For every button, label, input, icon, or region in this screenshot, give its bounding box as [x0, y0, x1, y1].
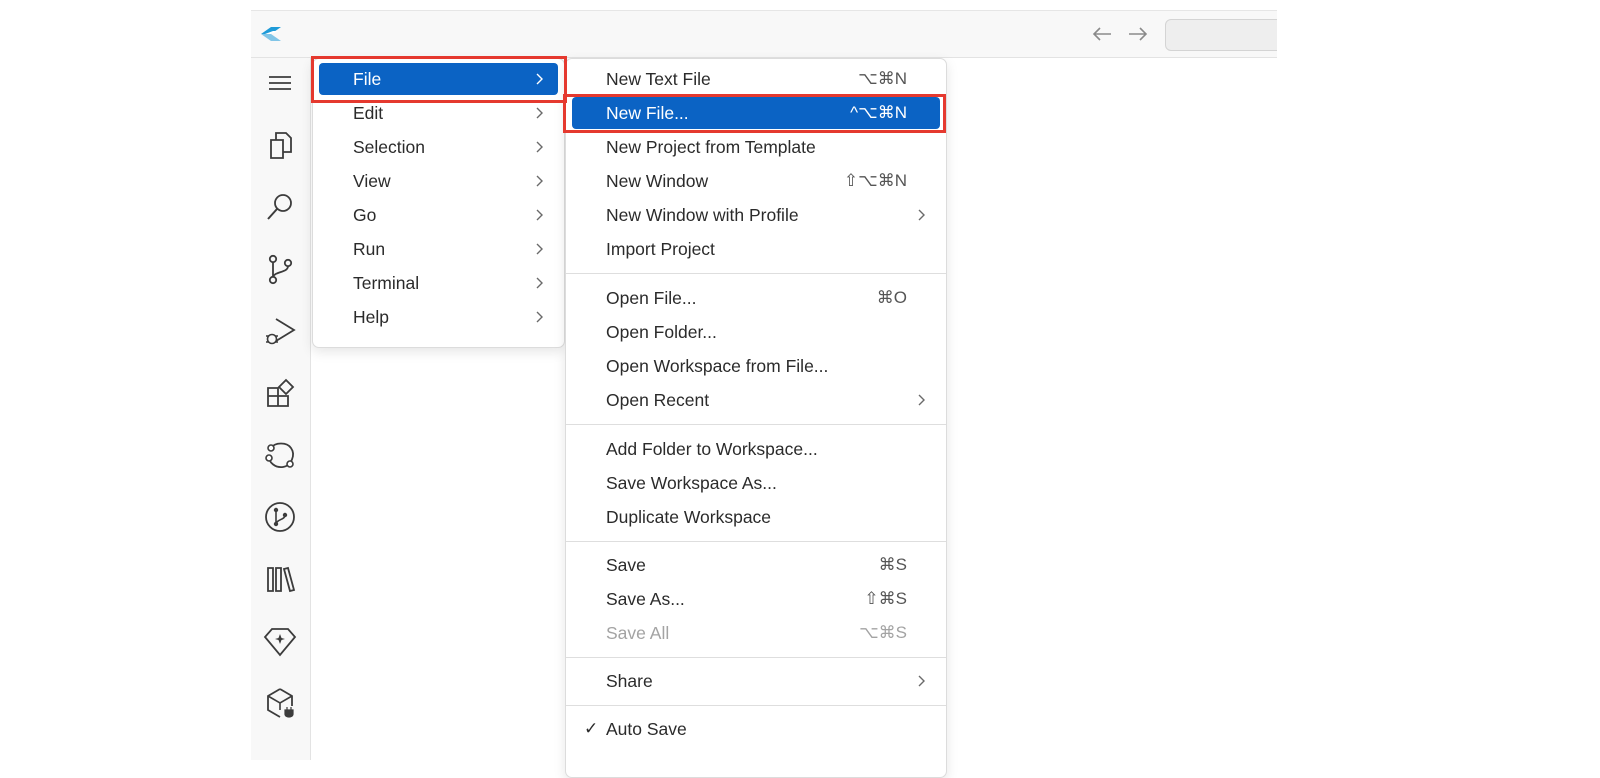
run-debug-icon[interactable]: [263, 314, 297, 348]
menu-item-open-file[interactable]: Open File... ⌘O: [572, 282, 940, 314]
file-submenu: New Text File ⌥⌘N New File... ^⌥⌘N New P…: [565, 58, 947, 778]
app-logo-icon: [261, 27, 281, 41]
chevron-right-icon: [536, 175, 543, 187]
menu-item-label: Terminal: [353, 273, 420, 293]
chevron-right-icon: [918, 675, 925, 687]
menu-item-new-window[interactable]: New Window ⇧⌥⌘N: [572, 165, 940, 197]
menu-separator: [566, 705, 946, 706]
remote-icon[interactable]: [263, 438, 297, 472]
menu-item-label: Save As...: [606, 589, 685, 609]
gem-icon[interactable]: [263, 624, 297, 658]
menu-item-add-folder-to-workspace[interactable]: Add Folder to Workspace...: [572, 433, 940, 465]
menu-item-label: New File...: [606, 103, 689, 123]
forward-arrow-icon[interactable]: [1127, 25, 1149, 43]
menu-item-save-workspace-as[interactable]: Save Workspace As...: [572, 467, 940, 499]
menu-item-open-folder[interactable]: Open Folder...: [572, 316, 940, 348]
menu-separator: [566, 541, 946, 542]
menu-separator: [566, 273, 946, 274]
menu-icon[interactable]: [263, 66, 297, 100]
menu-item-new-text-file[interactable]: New Text File ⌥⌘N: [572, 63, 940, 95]
menu-item-label: Open Folder...: [606, 322, 717, 342]
chevron-right-icon: [536, 141, 543, 153]
menu-item-label: Save All: [606, 623, 670, 643]
menu-item-label: Selection: [353, 137, 425, 157]
extensions-icon[interactable]: [263, 376, 297, 410]
package-icon[interactable]: [263, 686, 297, 720]
keyboard-shortcut: ⇧⌘S: [864, 589, 907, 608]
menu-separator: [566, 424, 946, 425]
menu-item-label: Open Workspace from File...: [606, 356, 829, 376]
chevron-right-icon: [536, 243, 543, 255]
title-bar: [251, 10, 1277, 58]
menu-item-help[interactable]: Help: [319, 301, 558, 333]
menu-item-label: Run: [353, 239, 386, 259]
menu-item-label: Duplicate Workspace: [606, 507, 772, 527]
menu-item-view[interactable]: View: [319, 165, 558, 197]
menu-item-run[interactable]: Run: [319, 233, 558, 265]
chevron-right-icon: [536, 107, 543, 119]
menu-item-save[interactable]: Save ⌘S: [572, 549, 940, 581]
menu-item-selection[interactable]: Selection: [319, 131, 558, 163]
activity-bar: [251, 58, 311, 760]
menu-item-label: Edit: [353, 103, 384, 123]
menu-item-share[interactable]: Share: [572, 665, 940, 697]
menu-item-label: Open Recent: [606, 390, 710, 410]
menu-item-label: Save Workspace As...: [606, 473, 777, 493]
keyboard-shortcut: ⌥⌘S: [859, 623, 907, 642]
git-graph-icon[interactable]: [263, 500, 297, 534]
menu-item-edit[interactable]: Edit: [319, 97, 558, 129]
menu-item-label: File: [353, 69, 382, 89]
keyboard-shortcut: ⌘O: [876, 288, 907, 307]
menu-item-label: Auto Save: [606, 719, 687, 739]
menu-item-label: New Text File: [606, 69, 711, 89]
menu-item-label: Help: [353, 307, 389, 327]
menu-item-open-recent[interactable]: Open Recent: [572, 384, 940, 416]
chevron-right-icon: [536, 73, 543, 85]
menu-item-auto-save[interactable]: ✓ Auto Save: [572, 713, 940, 745]
keyboard-shortcut: ⌘S: [878, 555, 907, 574]
menu-item-save-all[interactable]: Save All ⌥⌘S: [572, 617, 940, 649]
menu-item-label: Open File...: [606, 288, 697, 308]
source-control-icon[interactable]: [263, 252, 297, 286]
menu-item-label: Import Project: [606, 239, 715, 259]
menu-item-label: Go: [353, 205, 377, 225]
menu-item-label: New Project from Template: [606, 137, 816, 157]
explorer-icon[interactable]: [263, 128, 297, 162]
keyboard-shortcut: ⇧⌥⌘N: [843, 171, 907, 190]
library-icon[interactable]: [263, 562, 297, 596]
menu-item-label: Share: [606, 671, 653, 691]
menu-item-new-file[interactable]: New File... ^⌥⌘N: [572, 97, 940, 129]
chevron-right-icon: [536, 311, 543, 323]
menu-item-duplicate-workspace[interactable]: Duplicate Workspace: [572, 501, 940, 533]
chevron-right-icon: [536, 209, 543, 221]
menu-item-new-project-from-template[interactable]: New Project from Template: [572, 131, 940, 163]
menu-item-label: New Window with Profile: [606, 205, 799, 225]
keyboard-shortcut: ⌥⌘N: [858, 69, 907, 88]
menu-item-file[interactable]: File: [319, 63, 558, 95]
checkmark-icon: ✓: [584, 719, 599, 738]
keyboard-shortcut: ^⌥⌘N: [850, 103, 907, 122]
search-icon[interactable]: [263, 190, 297, 224]
menu-item-label: Save: [606, 555, 646, 575]
command-center-search[interactable]: [1165, 19, 1277, 51]
chevron-right-icon: [918, 209, 925, 221]
menu-item-label: New Window: [606, 171, 709, 191]
chevron-right-icon: [918, 394, 925, 406]
menu-item-terminal[interactable]: Terminal: [319, 267, 558, 299]
chevron-right-icon: [536, 277, 543, 289]
menubar-menu: File Edit Selection View Go Run Terminal…: [312, 58, 565, 348]
menu-separator: [566, 657, 946, 658]
menu-item-import-project[interactable]: Import Project: [572, 233, 940, 265]
menu-item-save-as[interactable]: Save As... ⇧⌘S: [572, 583, 940, 615]
menu-item-open-workspace-from-file[interactable]: Open Workspace from File...: [572, 350, 940, 382]
menu-item-label: View: [353, 171, 391, 191]
back-arrow-icon[interactable]: [1091, 25, 1113, 43]
menu-item-new-window-with-profile[interactable]: New Window with Profile: [572, 199, 940, 231]
menu-item-go[interactable]: Go: [319, 199, 558, 231]
menu-item-label: Add Folder to Workspace...: [606, 439, 818, 459]
